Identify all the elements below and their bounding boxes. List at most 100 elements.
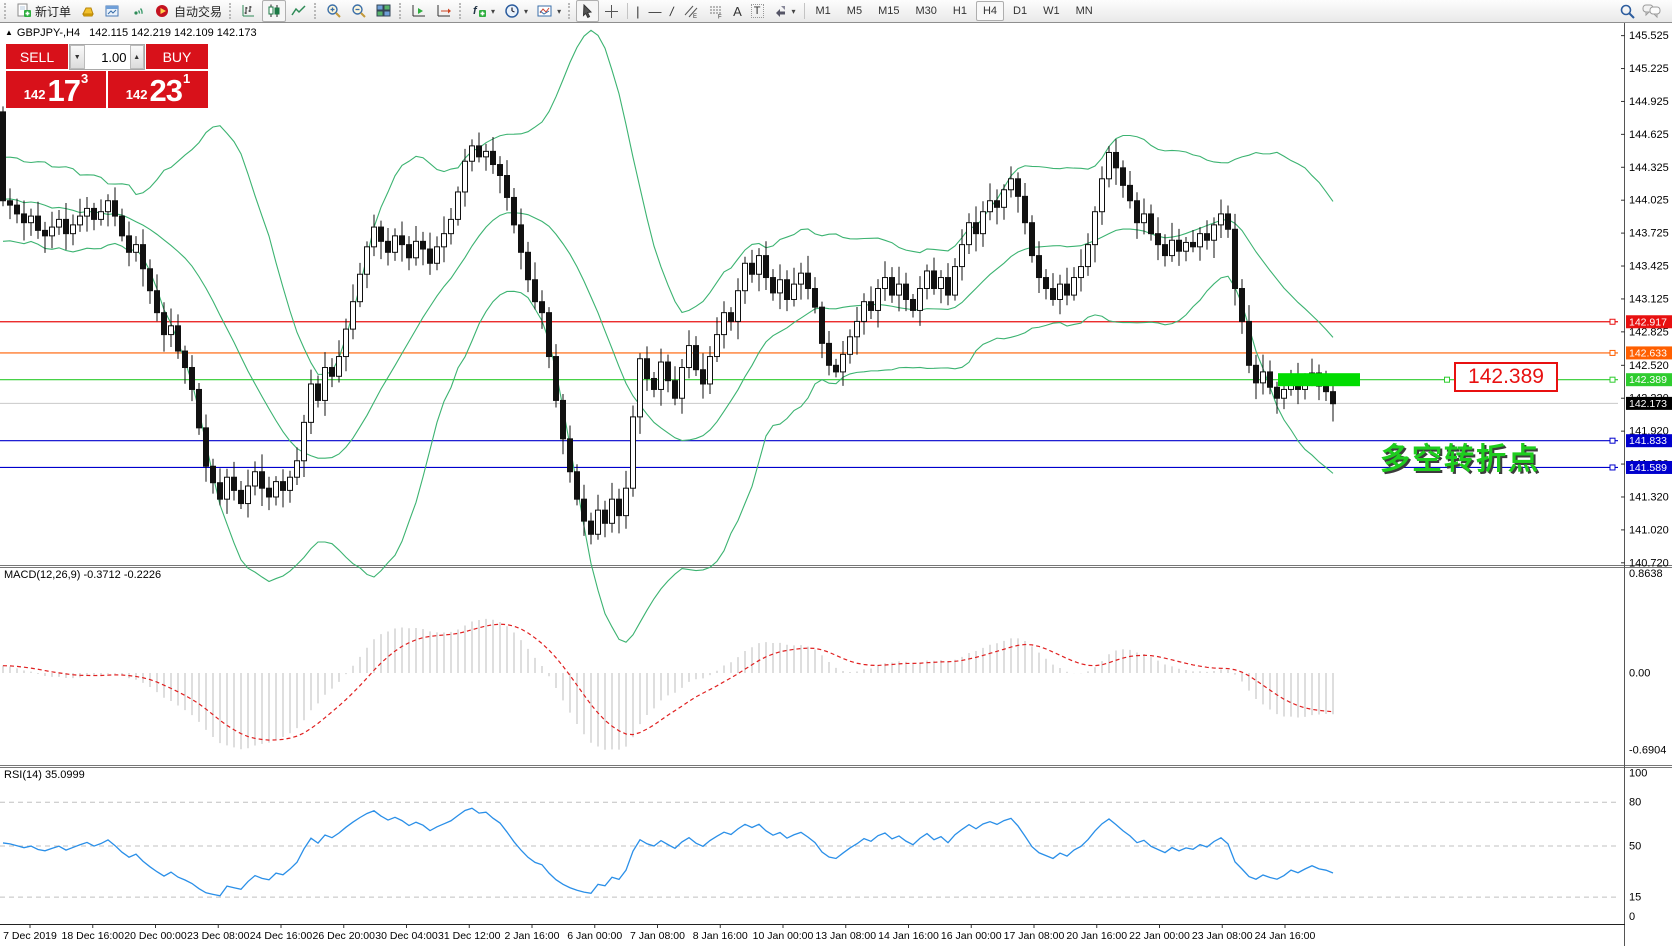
- toolbar-right: [1619, 3, 1670, 20]
- svg-text:f: f: [473, 5, 478, 17]
- arrows-tool-button[interactable]: ▾: [769, 0, 800, 22]
- trendline-icon: /: [669, 4, 675, 19]
- svg-text:30 Dec 04:00: 30 Dec 04:00: [375, 930, 438, 942]
- turning-point-note[interactable]: 多空转折点: [1380, 434, 1540, 478]
- buy-price-base: 142: [126, 84, 148, 106]
- group-handle: [568, 3, 573, 19]
- buy-button[interactable]: BUY: [146, 44, 208, 70]
- svg-text:80: 80: [1629, 797, 1641, 809]
- timeframe-m5[interactable]: M5: [840, 1, 869, 21]
- vline-tool-button[interactable]: |: [632, 0, 643, 22]
- svg-text:20 Jan 16:00: 20 Jan 16:00: [1066, 930, 1127, 942]
- new-order-button[interactable]: 新订单: [12, 0, 75, 22]
- arrows-icon: [773, 4, 788, 19]
- mt4-window: 新订单 自动交易: [0, 0, 1672, 946]
- bar-chart-style-button[interactable]: [237, 0, 261, 22]
- main-toolbar: 新订单 自动交易: [0, 0, 1672, 23]
- indicators-button[interactable]: f ▾: [467, 0, 499, 22]
- svg-text:16 Jan 00:00: 16 Jan 00:00: [941, 930, 1002, 942]
- sell-price-pips: 17: [47, 76, 79, 106]
- gold-icon: [80, 3, 96, 19]
- svg-text:7 Jan 08:00: 7 Jan 08:00: [630, 930, 685, 942]
- tile-windows-button[interactable]: [372, 0, 396, 22]
- text-tool-button[interactable]: A: [729, 0, 746, 22]
- candlestick-icon: [266, 3, 282, 19]
- autotrade-button[interactable]: 自动交易: [151, 0, 226, 22]
- timeframe-w1[interactable]: W1: [1036, 1, 1067, 21]
- templates-button[interactable]: ▾: [533, 0, 565, 22]
- text-tool-icon: A: [733, 4, 742, 19]
- hline-tool-button[interactable]: —: [644, 0, 665, 22]
- svg-text:142.917: 142.917: [1629, 316, 1667, 328]
- svg-text:26 Dec 20:00: 26 Dec 20:00: [313, 930, 376, 942]
- charts-button[interactable]: [101, 0, 125, 22]
- market-watch-button[interactable]: [76, 0, 100, 22]
- svg-text:141.833: 141.833: [1629, 435, 1667, 447]
- price-annotation-box[interactable]: 142.389: [1454, 362, 1558, 392]
- buy-price[interactable]: 142231: [108, 71, 208, 108]
- svg-text:141.320: 141.320: [1629, 491, 1669, 503]
- sell-price[interactable]: 142173: [6, 71, 106, 108]
- svg-text:23 Jan 08:00: 23 Jan 08:00: [1192, 930, 1253, 942]
- svg-text:142.389: 142.389: [1629, 374, 1667, 386]
- svg-text:143.725: 143.725: [1629, 228, 1669, 240]
- timeframe-h4[interactable]: H4: [976, 1, 1004, 21]
- volume-input[interactable]: [85, 45, 130, 69]
- svg-text:8 Jan 16:00: 8 Jan 16:00: [693, 930, 748, 942]
- sell-button[interactable]: SELL: [6, 44, 68, 70]
- search-icon[interactable]: [1619, 3, 1636, 20]
- svg-text:13 Jan 08:00: 13 Jan 08:00: [815, 930, 876, 942]
- svg-text:E: E: [693, 14, 697, 19]
- autotrade-label: 自动交易: [174, 3, 222, 20]
- crosshair-tool-button[interactable]: [600, 0, 623, 22]
- chat-icon[interactable]: [1642, 3, 1662, 19]
- timeframe-h1[interactable]: H1: [946, 1, 974, 21]
- svg-text:22 Jan 00:00: 22 Jan 00:00: [1129, 930, 1190, 942]
- crosshair-icon: [604, 4, 619, 19]
- volume-increase-button[interactable]: ▲: [130, 45, 145, 69]
- zoom-out-button[interactable]: [347, 0, 371, 22]
- fibonacci-tool-button[interactable]: F: [704, 0, 728, 22]
- svg-text:100: 100: [1629, 768, 1647, 780]
- svg-text:6 Jan 00:00: 6 Jan 00:00: [567, 930, 622, 942]
- channel-tool-button[interactable]: E: [679, 0, 703, 22]
- line-chart-icon: [291, 3, 307, 19]
- bar-chart-icon: [241, 3, 257, 19]
- group-handle: [399, 3, 404, 19]
- sell-price-point: 3: [81, 74, 88, 84]
- text-label-icon: T: [751, 4, 764, 18]
- group-handle: [314, 3, 319, 19]
- auto-scroll-button[interactable]: [407, 0, 431, 22]
- buy-price-pips: 23: [149, 76, 181, 106]
- chart-shift-button[interactable]: [432, 0, 456, 22]
- zoom-in-icon: [326, 3, 342, 19]
- cursor-tool-button[interactable]: [576, 0, 599, 22]
- dropdown-arrow: ▾: [491, 7, 495, 16]
- svg-text:14 Jan 16:00: 14 Jan 16:00: [878, 930, 939, 942]
- periods-button[interactable]: ▾: [500, 0, 532, 22]
- trendline-tool-button[interactable]: /: [666, 0, 678, 22]
- timeframe-mn[interactable]: MN: [1069, 1, 1100, 21]
- timeframe-m30[interactable]: M30: [908, 1, 943, 21]
- zoom-in-button[interactable]: [322, 0, 346, 22]
- autotrade-icon: [155, 3, 171, 19]
- collapse-arrow-icon[interactable]: ▲: [5, 28, 13, 37]
- one-click-trading-panel: SELL ▼ ▲ BUY 142173 142231: [6, 44, 208, 108]
- svg-text:7 Dec 2019: 7 Dec 2019: [3, 930, 57, 942]
- tile-windows-icon: [376, 3, 392, 19]
- timeframe-m15[interactable]: M15: [871, 1, 906, 21]
- line-chart-style-button[interactable]: [287, 0, 311, 22]
- group-handle: [459, 3, 464, 19]
- svg-text:141.589: 141.589: [1629, 462, 1667, 474]
- svg-text:145.225: 145.225: [1629, 63, 1669, 75]
- timeframe-m1[interactable]: M1: [809, 1, 838, 21]
- svg-text:0.8638: 0.8638: [1629, 568, 1663, 580]
- timeframe-d1[interactable]: D1: [1006, 1, 1034, 21]
- svg-text:0: 0: [1629, 911, 1635, 923]
- volume-decrease-button[interactable]: ▼: [70, 45, 85, 69]
- signals-button[interactable]: [126, 0, 150, 22]
- text-label-tool-button[interactable]: T: [747, 0, 768, 22]
- chart-shift-icon: [436, 3, 452, 19]
- candle-chart-style-button[interactable]: [262, 0, 286, 22]
- svg-text:10 Jan 00:00: 10 Jan 00:00: [753, 930, 814, 942]
